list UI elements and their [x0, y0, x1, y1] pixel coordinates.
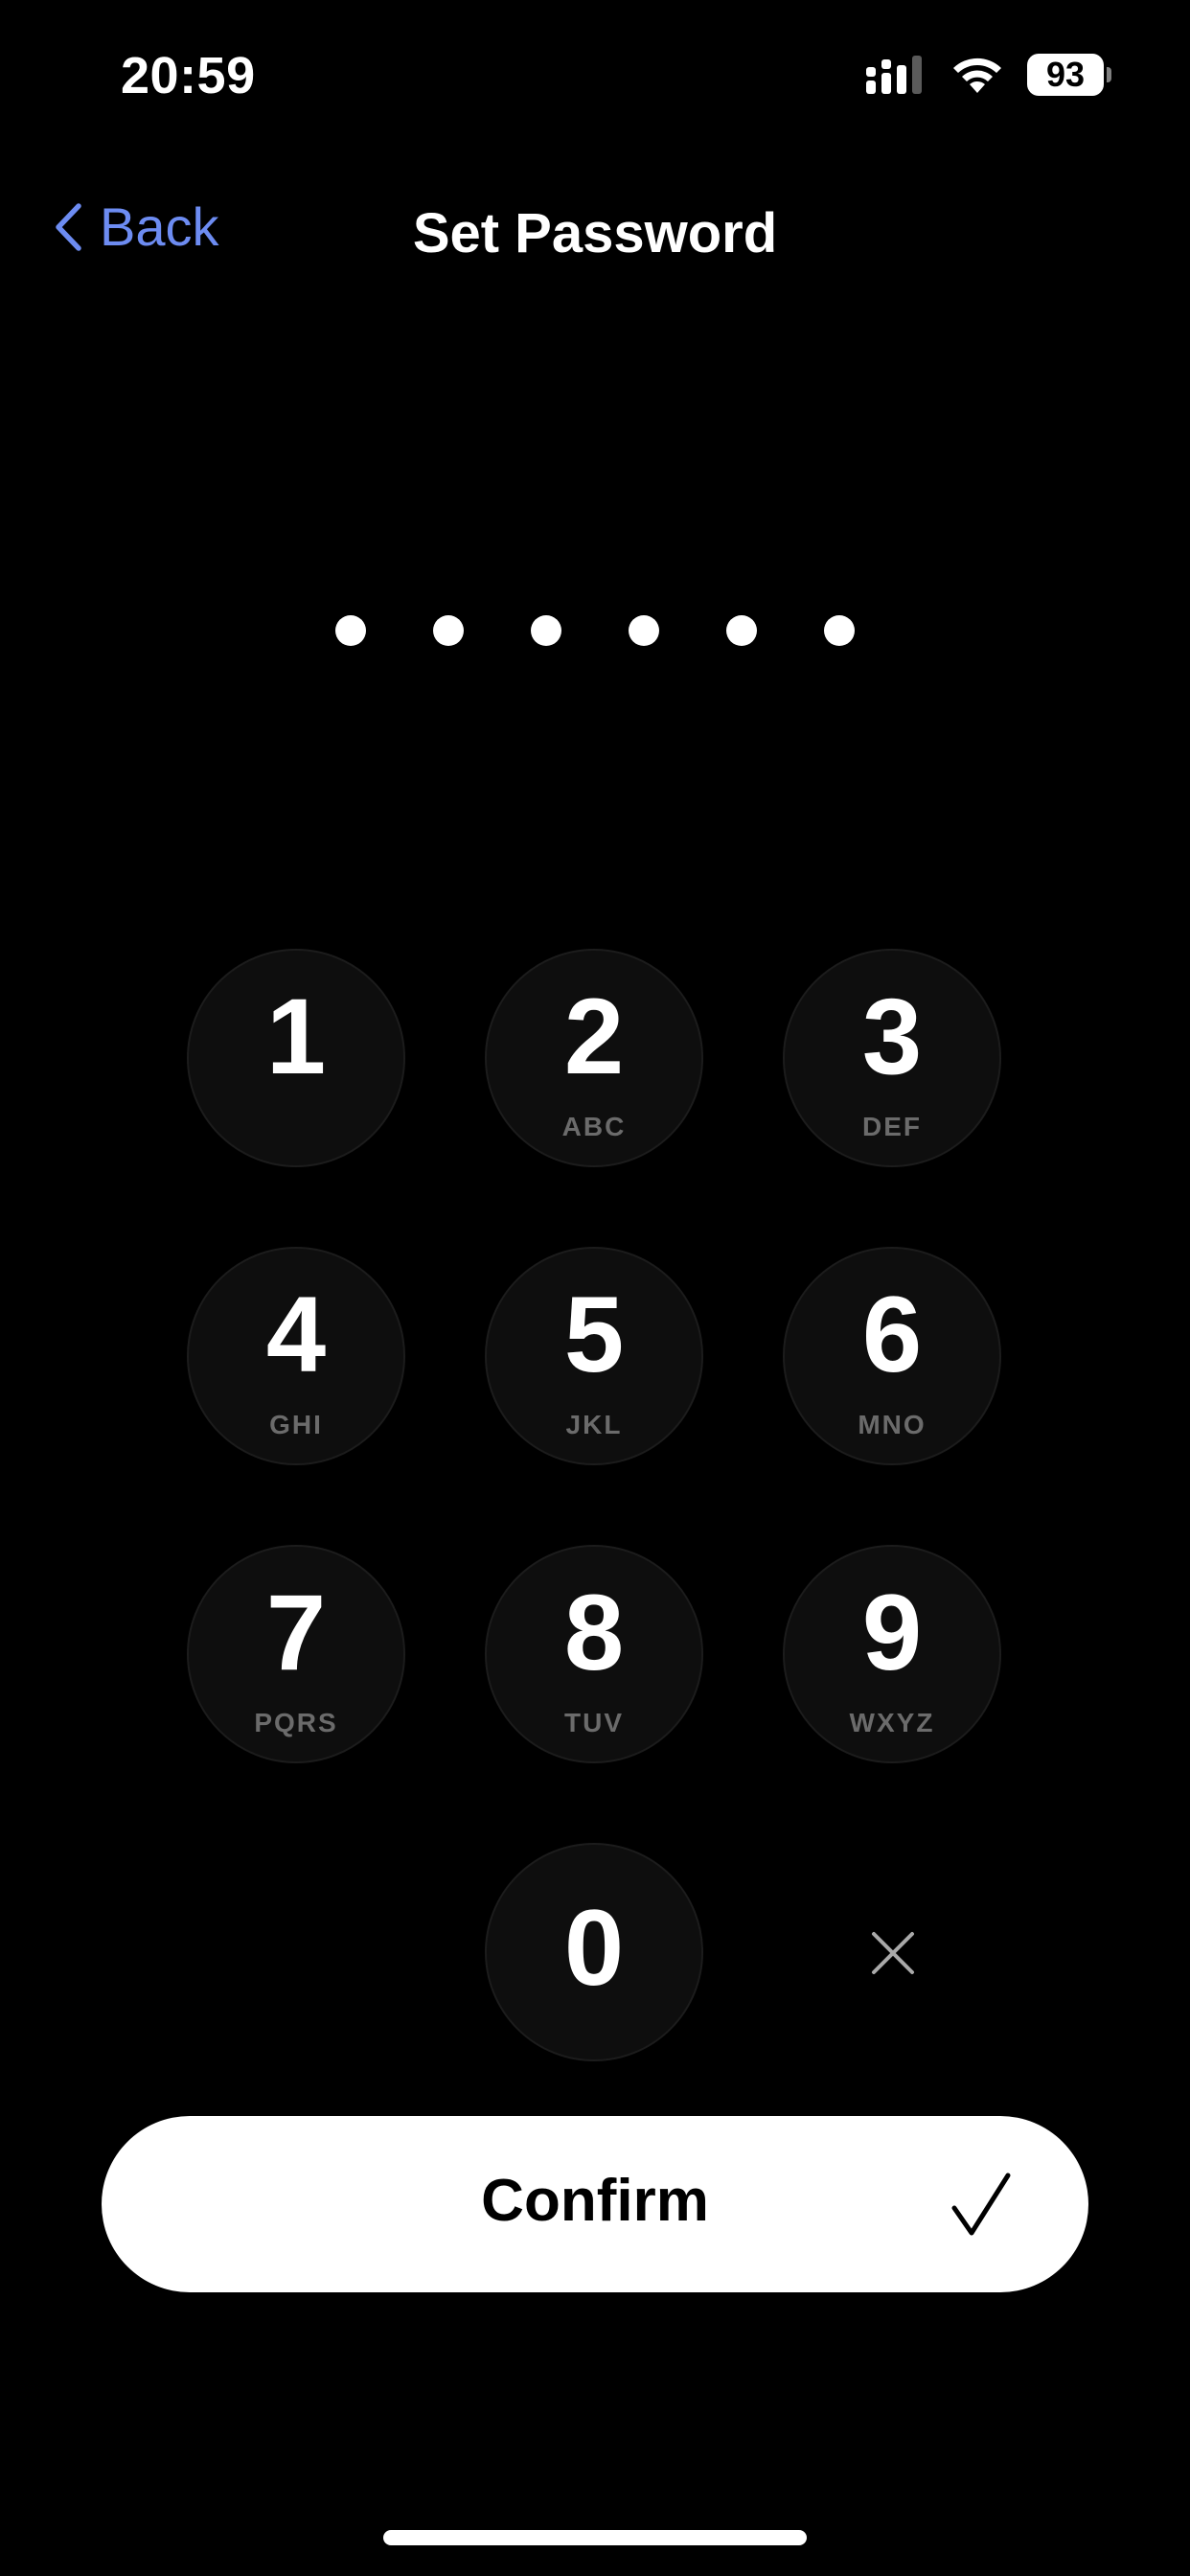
- key-letters: DEF: [862, 1112, 922, 1141]
- key-letters: WXYZ: [849, 1708, 935, 1737]
- cellular-signal-icon: [866, 56, 922, 94]
- password-dot: [629, 615, 659, 646]
- key-4[interactable]: 4 GHI: [187, 1247, 405, 1465]
- confirm-button[interactable]: Confirm: [102, 2116, 1088, 2292]
- key-letters: TUV: [564, 1708, 624, 1737]
- home-indicator: [383, 2530, 807, 2545]
- key-digit: 9: [861, 1573, 923, 1692]
- key-digit: 8: [563, 1573, 625, 1692]
- password-dot: [531, 615, 561, 646]
- key-digit: 1: [265, 977, 327, 1096]
- key-digit: 2: [563, 977, 625, 1096]
- key-7[interactable]: 7 PQRS: [187, 1545, 405, 1763]
- status-time: 20:59: [121, 47, 256, 104]
- confirm-label: Confirm: [481, 2168, 709, 2234]
- password-dot: [433, 615, 464, 646]
- key-letters: MNO: [858, 1410, 927, 1439]
- password-dot: [335, 615, 366, 646]
- battery-level: 93: [1027, 54, 1104, 96]
- key-digit: 3: [861, 977, 923, 1096]
- password-dot: [726, 615, 757, 646]
- wifi-icon: [953, 58, 1001, 93]
- password-dot: [824, 615, 855, 646]
- key-letters: PQRS: [254, 1708, 338, 1737]
- close-icon: [872, 1932, 914, 1974]
- key-6[interactable]: 6 MNO: [783, 1247, 1001, 1465]
- key-digit: 0: [563, 1888, 625, 2008]
- page-title: Set Password: [412, 202, 778, 264]
- battery-icon: 93: [1027, 54, 1111, 96]
- key-letters: JKL: [565, 1410, 623, 1439]
- key-2[interactable]: 2 ABC: [485, 949, 703, 1167]
- checkmark-icon: [951, 2173, 1011, 2236]
- key-9[interactable]: 9 WXYZ: [783, 1545, 1001, 1763]
- key-0[interactable]: 0: [485, 1843, 703, 2061]
- delete-button[interactable]: [784, 1844, 1002, 2062]
- key-letters: GHI: [269, 1410, 323, 1439]
- key-digit: 4: [265, 1275, 327, 1394]
- key-3[interactable]: 3 DEF: [783, 949, 1001, 1167]
- status-icons: 93: [866, 54, 1111, 96]
- key-digit: 6: [861, 1275, 923, 1394]
- key-5[interactable]: 5 JKL: [485, 1247, 703, 1465]
- battery-cap: [1107, 67, 1111, 82]
- key-digit: 7: [265, 1573, 327, 1692]
- key-8[interactable]: 8 TUV: [485, 1545, 703, 1763]
- key-letters: ABC: [561, 1112, 627, 1141]
- key-1[interactable]: 1: [187, 949, 405, 1167]
- key-digit: 5: [563, 1275, 625, 1394]
- password-dots: [0, 615, 1190, 646]
